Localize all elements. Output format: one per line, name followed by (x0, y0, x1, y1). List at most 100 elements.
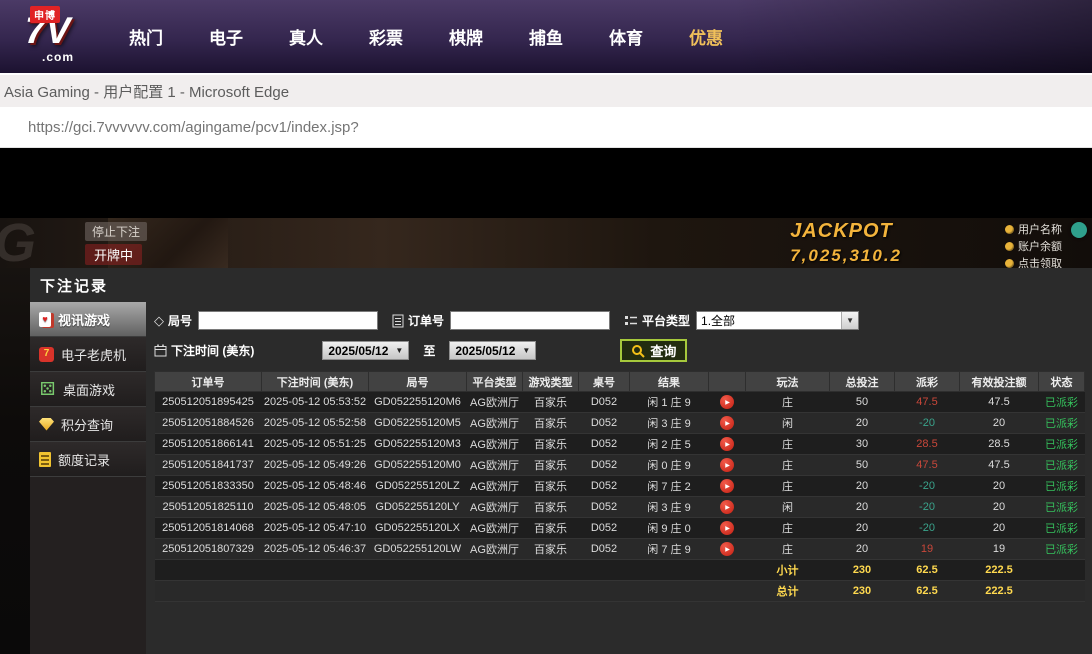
total-row: 总计23062.5222.5 (155, 581, 1085, 602)
filters: ◇ 局号 订单号 平台类型 (154, 311, 1085, 362)
tag-icon: ◇ (154, 314, 164, 327)
asia-gaming-logo: G (0, 218, 36, 268)
replay-button[interactable]: ▶ (720, 542, 734, 556)
sidebar-item-label: 积分查询 (61, 415, 113, 434)
cell-desk: D052 (579, 539, 630, 560)
date-to-select[interactable]: 2025/05/12 ▼ (449, 341, 536, 360)
nav-item-1[interactable]: 电子 (209, 24, 243, 49)
sidebar-item-2[interactable]: 桌面游戏 (30, 372, 146, 407)
nav-item-4[interactable]: 棋牌 (449, 24, 483, 49)
nav-item-0[interactable]: 热门 (129, 24, 163, 49)
cell-round: GD052255120M3 (369, 434, 467, 455)
to-label: 至 (423, 342, 435, 359)
cell-valid: 20 (960, 476, 1039, 497)
table-row: 2505120518333502025-05-12 05:48:46GD0522… (155, 476, 1085, 497)
cell-platform: AG欧洲厅 (467, 497, 523, 518)
cell-bet: 50 (830, 392, 895, 413)
summary-empty-cell (155, 581, 262, 602)
jackpot-label: JACKPOT (790, 220, 902, 243)
cell-order: 250512051833350 (155, 476, 262, 497)
cell-valid: 19 (960, 539, 1039, 560)
cell-playtype: 闲 (746, 413, 830, 434)
cell-play: ▶ (709, 497, 746, 518)
sidebar-item-3[interactable]: 积分查询 (30, 407, 146, 442)
cell-status: 已派彩 (1039, 413, 1085, 434)
summary-empty-cell (369, 581, 467, 602)
cell-status: 已派彩 (1039, 476, 1085, 497)
dealing-label: 开牌中 (85, 244, 142, 265)
replay-button[interactable]: ▶ (720, 416, 734, 430)
cell-result: 闲 2 庄 5 (630, 434, 709, 455)
replay-button[interactable]: ▶ (720, 395, 734, 409)
jackpot: JACKPOT 7,025,310.2 (790, 220, 902, 266)
date-from-select[interactable]: 2025/05/12 ▼ (322, 341, 409, 360)
cell-playtype: 庄 (746, 518, 830, 539)
game-banner: G 停止下注 开牌中 JACKPOT 7,025,310.2 用户名称账户余额点… (0, 218, 1092, 268)
cell-time: 2025-05-12 05:53:52 (262, 392, 369, 413)
column-header: 状态 (1039, 372, 1085, 392)
nav-item-6[interactable]: 体育 (609, 24, 643, 49)
cell-game: 百家乐 (523, 476, 579, 497)
cell-time: 2025-05-12 05:47:10 (262, 518, 369, 539)
cell-play: ▶ (709, 392, 746, 413)
summary-empty-cell (523, 560, 579, 581)
round-label: 局号 (168, 312, 192, 329)
replay-button[interactable]: ▶ (720, 500, 734, 514)
summary-empty-cell (579, 560, 630, 581)
main-area: 下注记录 视讯游戏电子老虎机桌面游戏积分查询额度记录 ◇ 局号 订单号 (0, 268, 1092, 654)
cell-order: 250512051814068 (155, 518, 262, 539)
cell-payout: -20 (895, 413, 960, 434)
cell-valid: 20 (960, 518, 1039, 539)
search-button-label: 查询 (650, 341, 676, 360)
order-doc-icon (392, 314, 404, 328)
cell-status: 已派彩 (1039, 455, 1085, 476)
site-header: 申博 7V .com 热门 电子 真人 彩票 棋牌 捕鱼 体育 优惠 (0, 0, 1092, 73)
platform-select[interactable]: 1.全部 ▼ (696, 311, 859, 330)
panel-body: 视讯游戏电子老虎机桌面游戏积分查询额度记录 ◇ 局号 订单号 (30, 302, 1092, 654)
sidebar-item-4[interactable]: 额度记录 (30, 442, 146, 477)
replay-button[interactable]: ▶ (720, 437, 734, 451)
replay-button[interactable]: ▶ (720, 521, 734, 535)
summary-empty-cell (523, 581, 579, 602)
replay-button[interactable]: ▶ (720, 479, 734, 493)
cell-time: 2025-05-12 05:52:58 (262, 413, 369, 434)
column-header: 桌号 (579, 372, 630, 392)
table-body: 2505120518954252025-05-12 05:53:52GD0522… (155, 392, 1085, 602)
cell-order: 250512051807329 (155, 539, 262, 560)
nav-item-5[interactable]: 捕鱼 (529, 24, 563, 49)
summary-empty-cell (709, 560, 746, 581)
round-input[interactable] (198, 311, 378, 330)
cell-game: 百家乐 (523, 434, 579, 455)
cell-payout: 28.5 (895, 434, 960, 455)
table-row: 2505120518954252025-05-12 05:53:52GD0522… (155, 392, 1085, 413)
sidebar-item-0[interactable]: 视讯游戏 (30, 302, 146, 337)
cell-desk: D052 (579, 476, 630, 497)
cell-result: 闲 1 庄 9 (630, 392, 709, 413)
sidebar-item-1[interactable]: 电子老虎机 (30, 337, 146, 372)
sidebar-item-label: 视讯游戏 (58, 310, 110, 329)
coin-icon (1005, 242, 1014, 251)
cell-status: 已派彩 (1039, 518, 1085, 539)
replay-button[interactable]: ▶ (720, 458, 734, 472)
nav-item-7[interactable]: 优惠 (689, 24, 723, 49)
table-row: 2505120518845262025-05-12 05:52:58GD0522… (155, 413, 1085, 434)
cell-desk: D052 (579, 413, 630, 434)
cell-platform: AG欧洲厅 (467, 455, 523, 476)
screen: 申博 7V .com 热门电子真人彩票棋牌捕鱼体育优惠 Asia Gaming … (0, 0, 1092, 654)
order-input[interactable] (450, 311, 610, 330)
summary-empty-cell (467, 581, 523, 602)
bet-records-table: 订单号下注时间 (美东)局号平台类型游戏类型桌号结果玩法总投注派彩有效投注额状态… (154, 371, 1085, 602)
account-row: 用户名称 (1005, 221, 1062, 237)
service-icon[interactable] (1071, 222, 1087, 238)
list-icon (624, 315, 638, 327)
cell-platform: AG欧洲厅 (467, 434, 523, 455)
cell-order: 250512051895425 (155, 392, 262, 413)
column-header: 游戏类型 (523, 372, 579, 392)
nav-item-2[interactable]: 真人 (289, 24, 323, 49)
search-button[interactable]: 查询 (620, 339, 687, 362)
nav-item-3[interactable]: 彩票 (369, 24, 403, 49)
cell-desk: D052 (579, 392, 630, 413)
site-logo[interactable]: 申博 7V .com (0, 0, 105, 73)
round-state: 停止下注 开牌中 (85, 222, 147, 265)
address-bar[interactable]: https://gci.7vvvvvv.com/agingame/pcv1/in… (0, 107, 1092, 148)
